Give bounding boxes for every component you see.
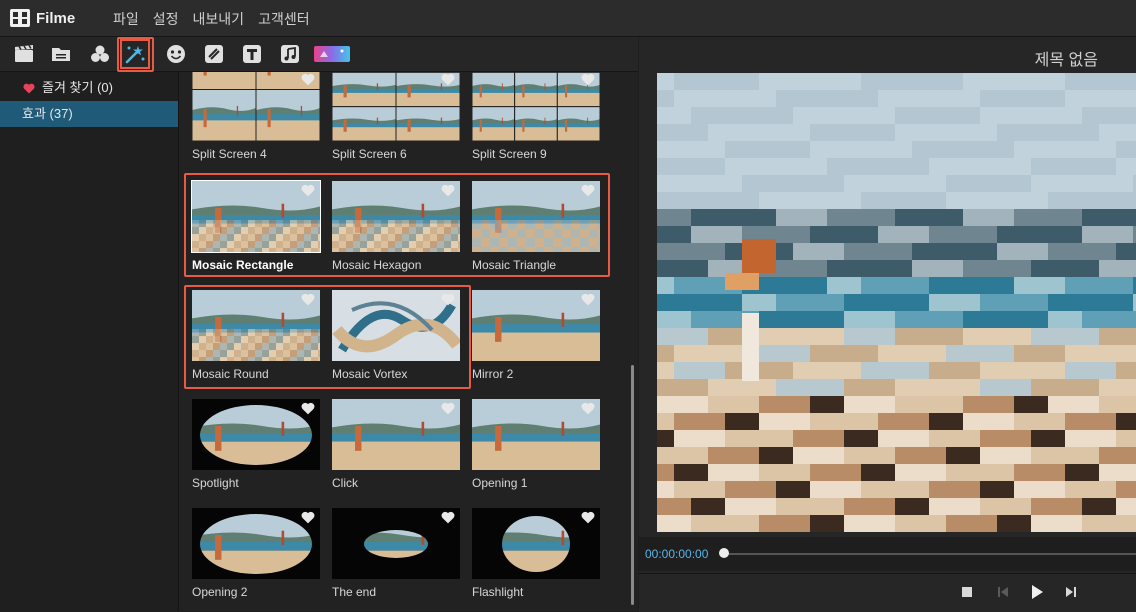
favorite-heart-icon[interactable]: [441, 402, 455, 415]
menu-export[interactable]: 내보내기: [193, 9, 245, 29]
category-favorites[interactable]: 즐겨 찾기 (0): [0, 75, 178, 101]
favorite-heart-icon[interactable]: [581, 402, 595, 415]
effect-thumbnail: [192, 399, 320, 470]
favorite-heart-icon[interactable]: [581, 184, 595, 197]
effect-thumbnail: [332, 72, 460, 141]
timecode: 00:00:00:00: [645, 547, 708, 561]
effects-icon: [124, 44, 146, 64]
effect-label: Flashlight: [472, 585, 523, 599]
grid-scrollbar[interactable]: [631, 365, 634, 605]
effect-thumbnail: [192, 508, 320, 579]
favorite-heart-icon[interactable]: [581, 73, 595, 86]
effect-label: Split Screen 9: [472, 147, 547, 161]
favorite-heart-icon[interactable]: [441, 73, 455, 86]
seek-handle[interactable]: [719, 548, 729, 558]
favorite-heart-icon[interactable]: [441, 293, 455, 306]
effect-label: Split Screen 4: [192, 147, 267, 161]
effect-label: Mosaic Hexagon: [332, 258, 421, 272]
project-tab[interactable]: [47, 40, 75, 68]
effect-thumbnail: [192, 72, 320, 141]
effect-label: Spotlight: [192, 476, 239, 490]
effect-thumbnail: [332, 181, 460, 252]
stop-icon[interactable]: [959, 584, 975, 600]
effect-thumbnail: [332, 290, 460, 361]
favorite-heart-icon[interactable]: [301, 511, 315, 524]
favorite-heart-icon[interactable]: [301, 184, 315, 197]
play-icon[interactable]: [1029, 584, 1045, 600]
effect-thumbnail: [332, 399, 460, 470]
favorite-heart-icon[interactable]: [581, 511, 595, 524]
effect-label: Opening 1: [472, 476, 527, 490]
preview-video: [657, 73, 1136, 532]
effect-thumbnail: [192, 181, 320, 252]
heart-icon: [23, 83, 35, 94]
seek-track[interactable]: [725, 553, 1136, 555]
timeline-bar: 00:00:00:00: [639, 537, 1136, 571]
stickers-tab[interactable]: [162, 40, 190, 68]
music-tab[interactable]: [276, 40, 304, 68]
text-icon: [242, 44, 262, 64]
effects-grid: Split Screen 4 Split Screen 6 Split Screen…: [179, 72, 638, 611]
next-frame-icon[interactable]: [1063, 584, 1079, 600]
effect-label: Mosaic Rectangle: [192, 258, 293, 272]
effect-thumbnail: [472, 508, 600, 579]
preview-panel: 제목 없음 00:00:00:00: [639, 37, 1136, 611]
effect-label: The end: [332, 585, 376, 599]
prev-frame-icon[interactable]: [995, 584, 1011, 600]
effect-label: Mosaic Triangle: [472, 258, 556, 272]
effect-label: Split Screen 6: [332, 147, 407, 161]
menu-support[interactable]: 고객센터: [258, 9, 310, 29]
effect-label: Mosaic Vortex: [332, 367, 407, 381]
favorite-heart-icon[interactable]: [301, 293, 315, 306]
favorite-heart-icon[interactable]: [301, 402, 315, 415]
media-icon: [14, 45, 34, 63]
project-title: 제목 없음: [1035, 46, 1098, 70]
effect-thumbnail: [192, 290, 320, 361]
playback-controls: [639, 573, 1136, 612]
title-bar: Filme 파일 설정 내보내기 고객센터: [0, 0, 1136, 37]
effect-label: Opening 2: [192, 585, 247, 599]
category-favorites-label: 즐겨 찾기 (0): [42, 80, 113, 95]
toolbar: [0, 37, 638, 72]
category-effects[interactable]: 효과 (37): [0, 101, 178, 127]
effect-thumbnail: [472, 72, 600, 141]
category-effects-label: 효과 (37): [22, 106, 73, 121]
overlay-tab[interactable]: [313, 40, 351, 68]
folder-icon: [51, 46, 71, 62]
app-logo-icon: [10, 9, 30, 27]
sticker-face-icon: [166, 44, 186, 64]
filters-icon: [90, 45, 110, 63]
effect-thumbnail: [472, 399, 600, 470]
effect-label: Click: [332, 476, 358, 490]
menu-settings[interactable]: 설정: [153, 9, 179, 29]
menu-file[interactable]: 파일: [113, 9, 139, 29]
effect-thumbnail: [472, 181, 600, 252]
main-menu: 파일 설정 내보내기 고객센터: [113, 9, 310, 29]
transition-icon: [204, 44, 224, 64]
music-icon: [280, 44, 300, 64]
favorite-heart-icon[interactable]: [441, 511, 455, 524]
effect-label: Mosaic Round: [192, 367, 269, 381]
gradient-overlay-icon: [314, 45, 350, 63]
favorite-heart-icon[interactable]: [581, 293, 595, 306]
app-name: Filme: [36, 10, 75, 27]
transitions-tab[interactable]: [200, 40, 228, 68]
filters-tab[interactable]: [86, 40, 114, 68]
effect-thumbnail: [332, 508, 460, 579]
effects-tab[interactable]: [121, 40, 149, 68]
effect-thumbnail: [472, 290, 600, 361]
favorite-heart-icon[interactable]: [441, 184, 455, 197]
favorite-heart-icon[interactable]: [301, 73, 315, 86]
media-tab[interactable]: [10, 40, 38, 68]
mosaic-preview-image: [657, 73, 1136, 532]
category-panel: 즐겨 찾기 (0) 효과 (37): [0, 72, 179, 611]
text-tab[interactable]: [238, 40, 266, 68]
effect-label: Mirror 2: [472, 367, 513, 381]
